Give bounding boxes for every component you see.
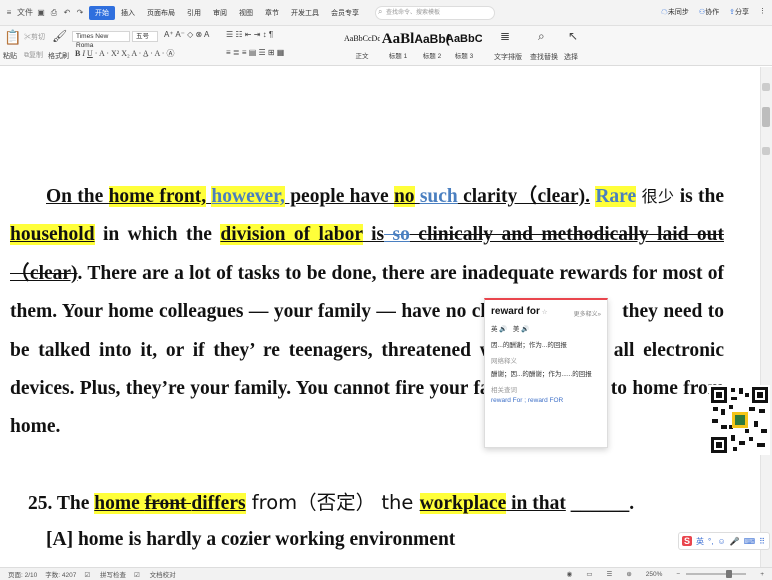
format-painter-button[interactable]: 格式刷 <box>48 51 69 61</box>
ime-mic-icon[interactable]: 🎤 <box>730 537 740 546</box>
ime-logo[interactable]: S <box>682 536 693 546</box>
menu-bar: ≡ 文件 ▣ ⎙ ↶ ↷ 开始 插入 页面布局 引用 审阅 视图 章节 开发工具… <box>0 0 772 26</box>
tab-view[interactable]: 视图 <box>233 6 259 20</box>
scroll-marker <box>762 147 770 155</box>
more-icon[interactable]: ⋮ <box>759 7 766 17</box>
zoom-in-button[interactable]: + <box>760 571 764 578</box>
tab-developer[interactable]: 开发工具 <box>285 6 325 20</box>
ime-emoji-icon[interactable]: ☺ <box>717 537 725 546</box>
top-right-actions: ☁未同步 ⚇协作 ⇪分享 ⋮ <box>661 7 766 17</box>
zoom-level[interactable]: 250% <box>646 571 663 578</box>
tab-section[interactable]: 章节 <box>259 6 285 20</box>
quick-access: ≡ 文件 ▣ ⎙ ↶ ↷ <box>0 8 89 18</box>
outline-icon[interactable]: ☰ <box>607 570 613 578</box>
share-button[interactable]: ⇪分享 <box>729 7 749 17</box>
style-heading-1[interactable]: AaBl 标题 1 <box>380 28 416 62</box>
text-layout-button[interactable]: 文字排版 <box>494 52 522 62</box>
select-button[interactable]: 选择 <box>564 52 578 62</box>
find-replace-button[interactable]: 查找替换 <box>530 52 558 62</box>
ime-menu-icon[interactable]: ⠿ <box>759 537 765 546</box>
align-icons[interactable]: ≡ ≣ ≡ ▤ ☰ ⊞ ▦ <box>226 48 284 57</box>
collab-button[interactable]: ⚇协作 <box>699 7 719 17</box>
eye-icon[interactable]: ◉ <box>567 570 573 578</box>
page-indicator[interactable]: 页面: 2/10 <box>8 569 37 579</box>
save-icon[interactable]: ▣ <box>36 8 46 18</box>
tab-layout[interactable]: 页面布局 <box>141 6 181 20</box>
zoom-out-button[interactable]: − <box>676 571 680 578</box>
zoom-control: ◉ ▭ ☰ ⊕ 250% − + <box>559 570 764 578</box>
page-view-icon[interactable]: ▭ <box>586 570 592 578</box>
cut-button[interactable]: ✂剪切 <box>24 32 45 42</box>
file-menu[interactable]: 文件 <box>17 8 33 18</box>
paste-icon[interactable]: 📋 <box>4 29 21 46</box>
ribbon-toolbar: 📋 粘贴 ✂剪切 ⧉复制 🖌 格式刷 Times New Roma 五号 A⁺ … <box>0 26 772 66</box>
qr-code-graphic <box>709 385 770 455</box>
tab-review[interactable]: 审阅 <box>207 6 233 20</box>
font-grow-icon[interactable]: A⁺ A⁻ ◇ ⊗ A <box>164 30 209 39</box>
tab-references[interactable]: 引用 <box>181 6 207 20</box>
dictionary-popup[interactable]: reward for ☆ 更多释义» 英 🔊 美 🔊 因...的酬谢；作为...… <box>484 298 608 448</box>
speaker-uk-icon[interactable]: 🔊 <box>499 326 507 333</box>
tab-insert[interactable]: 插入 <box>115 6 141 20</box>
ime-keyboard-icon[interactable]: ⌨ <box>744 537 756 546</box>
web-view-icon[interactable]: ⊕ <box>626 570 631 578</box>
spell-check-toggle[interactable]: ☑ 拼写检查 <box>84 569 126 579</box>
word-count[interactable]: 字数: 4207 <box>45 569 76 579</box>
redo-icon[interactable]: ↷ <box>75 8 85 18</box>
tab-member[interactable]: 会员专享 <box>325 6 365 20</box>
command-search-input[interactable]: 查找命令、搜索模板 <box>375 5 495 20</box>
status-bar: 页面: 2/10 字数: 4207 ☑ 拼写检查 ☑ 文档校对 ◉ ▭ ☰ ⊕ … <box>0 567 772 580</box>
text-layout-icon[interactable]: ≣ <box>500 29 510 43</box>
scroll-up-button[interactable] <box>762 83 770 91</box>
ime-punct-icon[interactable]: °, <box>708 537 713 546</box>
document-page[interactable]: On the home front, however, people have … <box>0 67 760 567</box>
net-definition-label: 网络释义 <box>491 358 517 365</box>
select-icon[interactable]: ↖ <box>568 29 578 43</box>
definition-2: 酬谢；因...的酬谢；作为......的回报 <box>491 371 592 378</box>
question-25: 25. The home front differs from（否定） the … <box>28 491 635 514</box>
ime-language-toggle[interactable]: 英 <box>696 536 704 547</box>
undo-icon[interactable]: ↶ <box>62 8 72 18</box>
favorite-star-icon[interactable]: ☆ <box>542 309 548 316</box>
speaker-us-icon[interactable]: 🔊 <box>521 326 529 333</box>
option-a: [A] home is hardly a cozier working envi… <box>46 529 456 550</box>
font-name-select[interactable]: Times New Roma <box>72 31 130 49</box>
menu-icon[interactable]: ≡ <box>4 8 14 18</box>
copy-button[interactable]: ⧉复制 <box>24 50 43 60</box>
tab-home[interactable]: 开始 <box>89 5 115 20</box>
print-icon[interactable]: ⎙ <box>49 8 59 18</box>
style-normal[interactable]: AaBbCcDd 正文 <box>344 28 380 62</box>
related-label: 相关查词 <box>491 387 517 394</box>
format-painter-icon[interactable]: 🖌 <box>52 29 67 43</box>
vertical-scrollbar[interactable] <box>760 67 772 567</box>
cloud-icon: ☁ <box>660 9 668 16</box>
zoom-slider[interactable] <box>686 570 747 578</box>
passage-paragraph: On the home front, however, people have … <box>10 186 725 438</box>
style-heading-2[interactable]: AaBb( 标题 2 <box>414 28 450 62</box>
popup-word: reward for <box>491 306 540 317</box>
definition-1: 因...的酬谢；作为...的回报 <box>491 342 567 349</box>
list-icons[interactable]: ☰ ☷ ⇤ ⇥ ↕ ¶ <box>226 30 273 39</box>
doc-check-toggle[interactable]: ☑ 文档校对 <box>134 569 176 579</box>
paste-button[interactable]: 粘贴 <box>3 51 17 61</box>
find-replace-icon[interactable]: ⌕ <box>538 29 545 44</box>
scroll-thumb[interactable] <box>762 107 770 127</box>
more-definitions-link[interactable]: 更多释义» <box>574 309 601 318</box>
qr-code <box>709 385 770 455</box>
sync-button[interactable]: ☁未同步 <box>661 7 689 17</box>
related-links[interactable]: reward For ; reward FOR <box>491 397 601 404</box>
font-size-select[interactable]: 五号 <box>132 31 158 42</box>
pronunciation-row: 英 🔊 美 🔊 <box>491 326 530 333</box>
zoom-slider-knob[interactable] <box>726 570 733 578</box>
style-heading-3[interactable]: AaBbC 标题 3 <box>446 28 482 62</box>
ime-toolbar[interactable]: S 英 °, ☺ 🎤 ⌨ ⠿ <box>678 532 770 550</box>
font-style-buttons[interactable]: B I U · A · X² X₂ A · A̲ · A · Ⓐ <box>75 48 174 59</box>
